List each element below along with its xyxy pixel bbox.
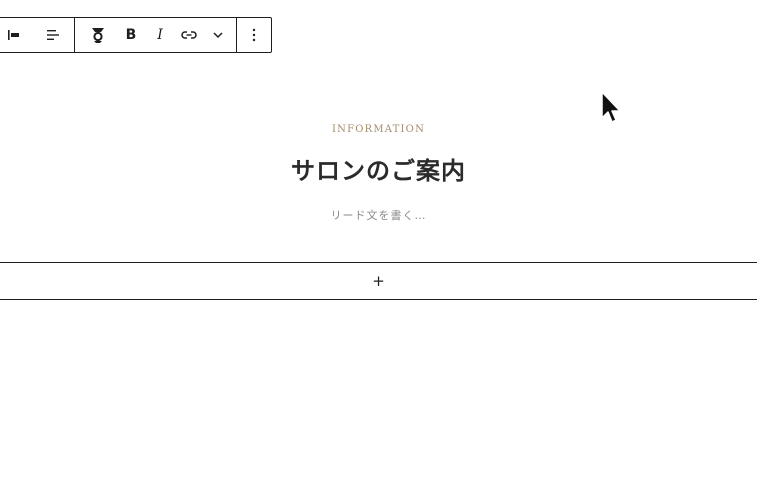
link-button[interactable] bbox=[175, 19, 203, 51]
text-align-button[interactable] bbox=[39, 19, 67, 51]
toolbar-group-options bbox=[237, 18, 271, 52]
plus-icon: + bbox=[372, 272, 385, 290]
more-formats-button[interactable] bbox=[204, 19, 232, 51]
options-button[interactable] bbox=[240, 19, 268, 51]
rich-text-icon bbox=[90, 26, 106, 44]
italic-button[interactable]: I bbox=[146, 19, 174, 51]
bold-icon: B bbox=[125, 27, 137, 43]
bold-button[interactable]: B bbox=[117, 19, 145, 51]
italic-icon: I bbox=[157, 27, 163, 43]
link-icon bbox=[180, 29, 198, 41]
block-toolbar: B I bbox=[0, 17, 272, 53]
editor-canvas: B I INFORMATION サロンのご案内 リード文を書く… + bbox=[0, 0, 757, 497]
text-align-left-icon bbox=[45, 28, 61, 42]
chevron-down-icon bbox=[212, 31, 224, 39]
rich-text-button[interactable] bbox=[84, 19, 112, 51]
align-left-button[interactable] bbox=[0, 19, 29, 51]
more-vertical-icon bbox=[252, 28, 256, 42]
lead-text-placeholder[interactable]: リード文を書く… bbox=[0, 207, 757, 223]
toolbar-group-format: B I bbox=[75, 18, 237, 52]
section-eyebrow[interactable]: INFORMATION bbox=[0, 124, 757, 135]
align-left-icon bbox=[7, 29, 21, 41]
mouse-pointer-icon bbox=[600, 90, 624, 130]
section-heading[interactable]: サロンのご案内 bbox=[0, 151, 757, 186]
block-appender[interactable]: + bbox=[0, 262, 757, 300]
toolbar-group-block bbox=[0, 18, 75, 52]
